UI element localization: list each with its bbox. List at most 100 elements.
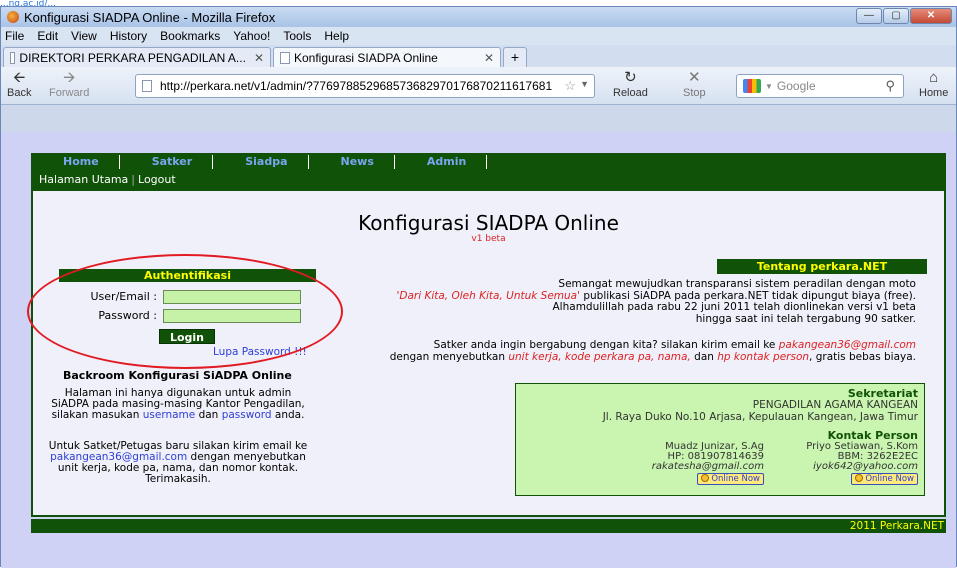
window-controls: — ▢ ✕ (856, 8, 952, 24)
tab-bar: DIREKTORI PERKARA PENGADILAN A... ✕ Konf… (1, 45, 956, 67)
stop-button[interactable]: ✕ Stop (683, 69, 706, 99)
version-label: v1 beta (471, 234, 506, 244)
close-tab-icon[interactable]: ✕ (246, 51, 264, 65)
tab-label: Konfigurasi SIADPA Online (294, 50, 438, 65)
google-icon (743, 79, 761, 93)
page-content: Home Satker Siadpa News Admin Halaman Ut… (1, 132, 956, 568)
nav-satker[interactable]: Satker (120, 155, 214, 169)
online-status-text: Online Now (865, 474, 914, 484)
menu-bookmarks[interactable]: Bookmarks (160, 29, 220, 43)
forward-label: Forward (49, 87, 90, 99)
menu-bar: File Edit View History Bookmarks Yahoo! … (1, 27, 956, 45)
page-icon (280, 51, 290, 64)
back-button[interactable]: 🡨 Back (7, 69, 31, 99)
red-highlight-ellipse (27, 254, 343, 369)
about-heading: Tentang perkara.NET (717, 259, 927, 274)
reload-icon: ↻ (624, 69, 637, 86)
site-nav: Home Satker Siadpa News Admin (31, 153, 946, 171)
menu-tools[interactable]: Tools (283, 29, 311, 43)
menu-history[interactable]: History (110, 29, 147, 43)
backroom-text: anda. (271, 409, 305, 421)
page-icon (10, 51, 16, 64)
join-text-c: dan (690, 351, 718, 363)
online-status-text: Online Now (711, 474, 760, 484)
home-button[interactable]: ⌂ Home (919, 69, 948, 99)
join-text-b: dengan menyebutkan (389, 351, 509, 363)
nav-home[interactable]: Home (31, 155, 120, 169)
backroom-info: Halaman ini hanya digunakan untuk admin … (47, 388, 309, 421)
tab-konfigurasi[interactable]: Konfigurasi SIADPA Online ✕ (273, 47, 501, 67)
about-line-rest: publikasi SiADPA pada perkara.NET tidak … (580, 289, 916, 302)
about-line: Alhamdulillah pada rabu 22 juni 2011 tel… (552, 301, 917, 313)
chevron-down-icon[interactable]: ▼ (580, 79, 589, 89)
new-satker-info: Untuk Satket/Petugas baru silakan kirim … (47, 441, 309, 485)
nav-news[interactable]: News (309, 155, 395, 169)
nav-siadpa[interactable]: Siadpa (213, 155, 309, 169)
stop-label: Stop (683, 87, 706, 99)
sub-nav: Halaman Utama | Logout (31, 171, 946, 189)
search-input[interactable]: ▼ Google ⚲ (736, 74, 904, 98)
backroom-text: dan (195, 409, 222, 421)
page-title: Konfigurasi SIADPA Online (358, 211, 619, 235)
join-email-link[interactable]: pakangean36@gmail.com (779, 339, 916, 351)
home-label: Home (919, 87, 949, 99)
join-line-2: dengan menyebutkan unit kerja, kode perk… (296, 351, 916, 363)
menu-edit[interactable]: Edit (37, 29, 58, 43)
page-icon (142, 80, 152, 92)
subnav-home[interactable]: Halaman Utama (39, 173, 128, 186)
tab-direktori[interactable]: DIREKTORI PERKARA PENGADILAN A... ✕ (3, 47, 271, 67)
online-status-badge[interactable]: Online Now (851, 473, 918, 485)
bookmark-star-icon[interactable]: ☆ (564, 78, 576, 94)
username-word: username (142, 409, 196, 421)
motto: 'Dari Kita, Oleh Kita, Untuk Semua' (396, 289, 580, 302)
person-email[interactable]: rakatesha@gmail.com (652, 462, 764, 472)
browser-window: Konfigurasi SIADPA Online - Mozilla Fire… (0, 6, 957, 568)
about-text: Semangat mewujudkan transparansi sistem … (316, 278, 917, 325)
menu-file[interactable]: File (5, 29, 24, 43)
close-tab-icon[interactable]: ✕ (476, 51, 494, 65)
subnav-logout[interactable]: Logout (138, 173, 176, 186)
nav-toolbar: 🡨 Back 🡪 Forward http://perkara.net/v1/a… (1, 67, 956, 105)
new-tab-button[interactable]: + (503, 47, 527, 67)
join-fields: unit kerja, kode perkara pa, nama, (508, 351, 691, 363)
backroom-title: Backroom Konfigurasi SiADPA Online (63, 369, 292, 382)
site-footer: 2011 Perkara.NET (31, 519, 946, 533)
contact-person-1: Muadz Junizar, S.Ag HP: 081907814639 rak… (652, 442, 764, 485)
about-line: hingga saat ini telah tergabung 90 satke… (695, 312, 916, 325)
person-email[interactable]: iyok642@yahoo.com (806, 462, 918, 472)
nav-admin[interactable]: Admin (395, 155, 488, 169)
subnav-separator: | (131, 173, 136, 186)
join-line-1: Satker anda ingin bergabung dengan kita?… (296, 339, 916, 351)
main-panel: Konfigurasi SIADPA Online v1 beta Tentan… (27, 189, 946, 517)
smiley-icon (701, 474, 710, 482)
maximize-button[interactable]: ▢ (883, 8, 909, 24)
home-icon: ⌂ (929, 69, 939, 86)
chevron-down-icon: ▼ (765, 81, 773, 91)
menu-help[interactable]: Help (324, 29, 349, 43)
search-icon[interactable]: ⚲ (885, 78, 895, 94)
close-window-button[interactable]: ✕ (910, 8, 952, 24)
firefox-icon (7, 11, 19, 23)
join-hp: hp kontak person (717, 351, 810, 363)
forward-arrow-icon: 🡪 (63, 69, 76, 86)
menu-yahoo[interactable]: Yahoo! (233, 29, 270, 43)
reload-label: Reload (613, 87, 648, 99)
back-label: Back (7, 87, 32, 99)
password-word: password (221, 409, 272, 421)
forward-button[interactable]: 🡪 Forward (49, 69, 89, 99)
minimize-button[interactable]: — (856, 8, 882, 24)
secretariat-name: PENGADILAN AGAMA KANGEAN (752, 399, 918, 411)
address-bar[interactable]: http://perkara.net/v1/admin/?77697885296… (135, 74, 595, 98)
smiley-icon (855, 474, 864, 482)
stop-icon: ✕ (688, 69, 701, 86)
join-text-d: , gratis bebas biaya. (809, 351, 916, 363)
online-status-badge[interactable]: Online Now (697, 473, 764, 485)
reload-button[interactable]: ↻ Reload (613, 69, 648, 99)
contact-person-2: Priyo Setiawan, S.Kom BBM: 3262E2EC iyok… (806, 442, 918, 485)
join-text: Satker anda ingin bergabung dengan kita?… (296, 339, 916, 363)
menu-view[interactable]: View (71, 29, 97, 43)
secretariat-address: Jl. Raya Duko No.10 Arjasa, Kepulauan Ka… (602, 411, 918, 423)
window-title: Konfigurasi SIADPA Online - Mozilla Fire… (24, 9, 276, 25)
tab-label: DIREKTORI PERKARA PENGADILAN A... (19, 50, 246, 65)
secretariat-box: Sekretariat PENGADILAN AGAMA KANGEAN Jl.… (515, 383, 925, 496)
